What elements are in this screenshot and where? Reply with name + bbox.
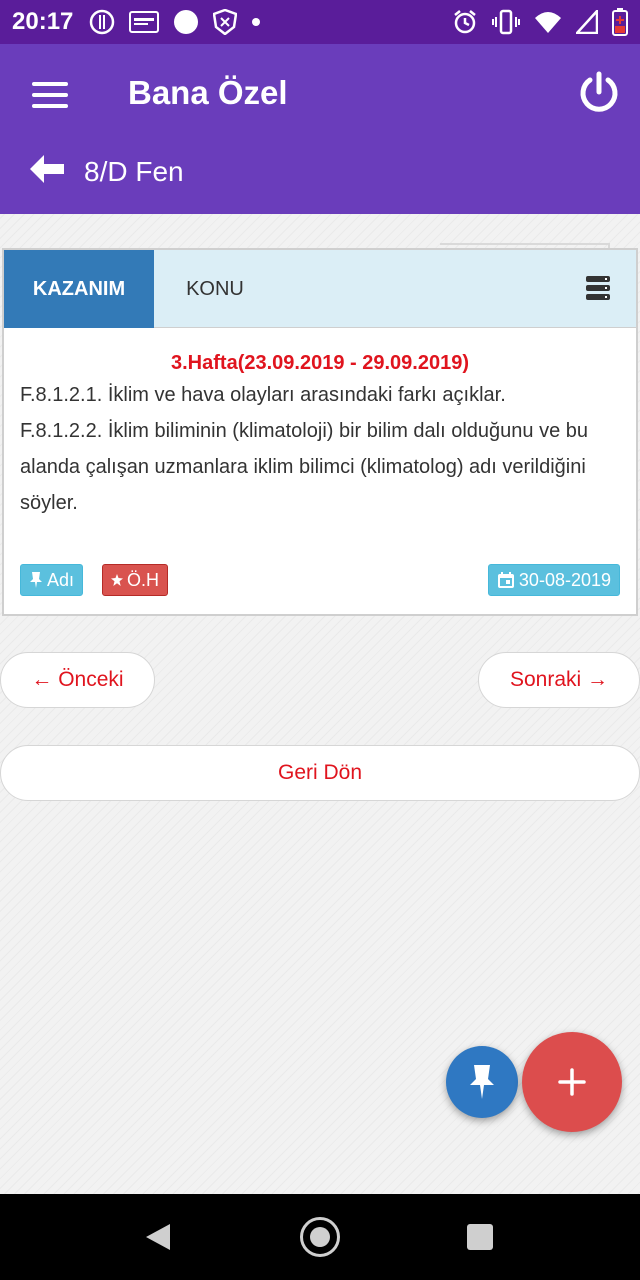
badge-oh-label: Ö.H — [127, 569, 160, 590]
card-body: F.8.1.2.1. İklim ve hava olayları arasın… — [4, 377, 636, 521]
badge-oh[interactable]: Ö.H — [102, 564, 169, 596]
nfc-icon — [90, 9, 115, 35]
back-arrow-icon[interactable] — [28, 154, 66, 184]
signal-icon — [576, 10, 598, 34]
nav-home-icon[interactable] — [300, 1217, 340, 1257]
tab-kazanim[interactable]: KAZANIM — [4, 250, 154, 328]
badge-date-label: 30-08-2019 — [518, 569, 611, 590]
star-icon — [111, 574, 123, 586]
kazanim-line: F.8.1.2.2. İklim biliminin (klimatoloji)… — [20, 420, 589, 514]
circle-icon — [174, 10, 199, 34]
alarm-icon — [454, 10, 476, 34]
vibrate-icon — [492, 9, 520, 35]
system-nav-bar — [0, 1194, 640, 1280]
sim-icon — [129, 11, 160, 33]
week-title: 3.Hafta(23.09.2019 - 29.09.2019) — [171, 352, 469, 374]
nav-recent-apps-icon[interactable] — [467, 1224, 493, 1250]
add-fab-button[interactable] — [522, 1032, 622, 1132]
shield-icon — [213, 9, 238, 35]
calendar-icon — [497, 571, 515, 589]
hamburger-menu-icon[interactable] — [32, 82, 68, 108]
pin-fab-button[interactable] — [446, 1046, 518, 1118]
go-back-button[interactable]: Geri Dön — [0, 745, 640, 801]
tab-konu[interactable]: KONU — [154, 250, 276, 328]
status-icons-right — [452, 8, 628, 36]
pin-icon — [470, 1065, 494, 1099]
next-button[interactable]: Sonraki → — [478, 652, 640, 708]
status-time: 20:17 — [12, 8, 74, 35]
pin-icon — [29, 571, 43, 589]
app-title: Bana Özel — [128, 74, 288, 111]
badge-adi[interactable]: Adı — [20, 564, 84, 596]
badge-adi-label: Adı — [47, 569, 75, 590]
battery-icon — [612, 8, 628, 36]
power-icon[interactable] — [576, 70, 622, 116]
dot-icon — [252, 18, 261, 26]
app-bar: Bana Özel 8/D Fen — [0, 44, 640, 214]
tab-bar: KAZANIM KONU — [4, 250, 636, 328]
content-card: KAZANIM KONU 3.Hafta(23.09.2019 - 29.09.… — [2, 248, 638, 616]
badge-date[interactable]: 30-08-2019 — [487, 564, 620, 596]
kazanim-line: F.8.1.2.1. İklim ve hava olayları arasın… — [20, 384, 506, 406]
plus-icon — [558, 1068, 586, 1096]
wifi-icon — [535, 12, 561, 33]
status-bar: 20:17 — [0, 0, 640, 44]
server-list-icon[interactable] — [586, 276, 610, 300]
previous-button[interactable]: ← Önceki — [0, 652, 155, 708]
nav-back-icon[interactable] — [144, 1222, 172, 1252]
status-icons-left — [89, 9, 261, 35]
page-subtitle: 8/D Fen — [84, 156, 184, 187]
